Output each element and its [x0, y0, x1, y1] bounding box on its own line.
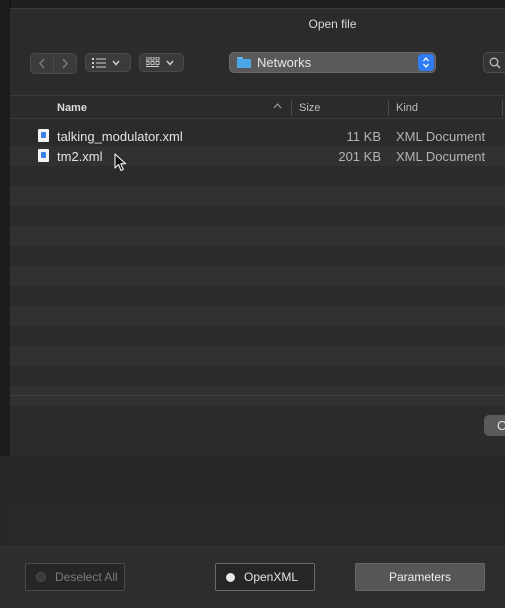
column-header-name[interactable]: Name	[57, 102, 87, 114]
file-size: 201 KB	[338, 149, 381, 164]
xml-file-icon	[38, 129, 49, 142]
column-header-size[interactable]: Size	[299, 102, 320, 114]
deselect-all-label: Deselect All	[55, 570, 118, 584]
empty-row	[10, 306, 505, 326]
grid-view-button[interactable]	[139, 53, 184, 72]
column-divider[interactable]	[388, 100, 389, 116]
mouse-pointer-icon	[114, 153, 127, 172]
back-button[interactable]	[30, 53, 54, 74]
file-size: 11 KB	[346, 129, 381, 144]
grid-view-icon	[146, 57, 160, 67]
empty-row	[10, 226, 505, 246]
file-list: Name Size Kind talking_modulator.xml 11 …	[10, 95, 505, 406]
empty-row	[10, 346, 505, 366]
empty-row	[10, 246, 505, 266]
openxml-button[interactable]: OpenXML	[215, 563, 315, 591]
list-header: Name Size Kind	[10, 95, 505, 119]
empty-row	[10, 266, 505, 286]
empty-row	[10, 206, 505, 226]
indicator-dot-icon	[36, 572, 46, 582]
location-label: Networks	[257, 55, 312, 70]
column-divider[interactable]	[291, 100, 292, 116]
file-kind: XML Document	[396, 149, 486, 164]
list-view-button[interactable]	[85, 53, 131, 72]
chevron-left-icon	[38, 58, 45, 69]
file-kind: XML Document	[396, 129, 486, 144]
search-input[interactable]	[483, 52, 505, 73]
file-name: tm2.xml	[57, 149, 103, 164]
empty-row	[10, 166, 505, 186]
chevron-down-icon	[166, 60, 174, 66]
column-divider[interactable]	[502, 100, 503, 116]
open-file-dialog: Open file Networks Name Size Kind talkin…	[10, 8, 505, 457]
openxml-label: OpenXML	[244, 570, 299, 584]
empty-row	[10, 286, 505, 306]
cancel-button[interactable]: C	[484, 415, 505, 436]
xml-file-icon	[38, 149, 49, 162]
indicator-dot-icon	[226, 572, 235, 582]
location-popup[interactable]: Networks	[229, 52, 436, 73]
dialog-title: Open file	[308, 17, 357, 31]
app-window: Open file Networks Name Size Kind talkin…	[0, 0, 505, 608]
back-forward-group	[30, 53, 77, 74]
forward-button[interactable]	[54, 53, 77, 74]
table-row[interactable]: tm2.xml 201 KB XML Document	[10, 146, 505, 166]
deselect-all-button[interactable]: Deselect All	[25, 563, 125, 591]
app-bottom-panel: Deselect All OpenXML Parameters	[0, 456, 505, 608]
sort-ascending-icon	[273, 103, 282, 109]
folder-icon	[237, 57, 251, 68]
list-view-icon	[92, 57, 106, 68]
parameters-button[interactable]: Parameters	[355, 563, 485, 591]
chevron-down-icon	[112, 60, 120, 66]
empty-row	[10, 386, 505, 406]
divider	[10, 395, 505, 396]
empty-row	[10, 366, 505, 386]
file-name: talking_modulator.xml	[57, 129, 183, 144]
empty-row	[10, 326, 505, 346]
popup-stepper-icon	[418, 54, 434, 71]
table-row[interactable]: talking_modulator.xml 11 KB XML Document	[10, 126, 505, 146]
search-icon	[489, 57, 501, 69]
column-header-kind[interactable]: Kind	[396, 102, 418, 114]
file-rows: talking_modulator.xml 11 KB XML Document…	[10, 126, 505, 406]
chevron-right-icon	[62, 58, 69, 69]
empty-row	[10, 186, 505, 206]
